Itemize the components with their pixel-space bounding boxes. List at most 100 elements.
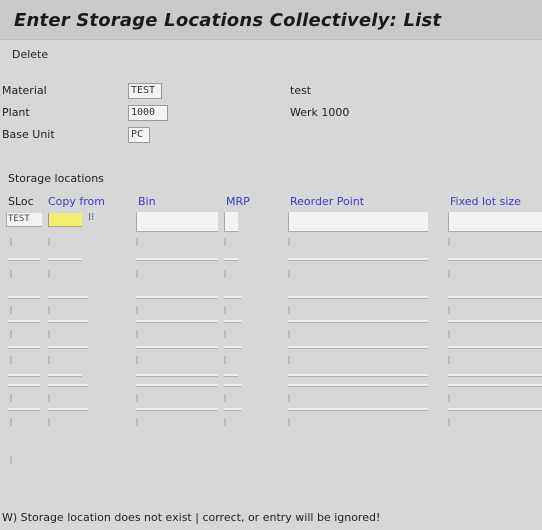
empty-cell[interactable] [8, 320, 40, 323]
empty-cell[interactable] [448, 296, 542, 299]
empty-cell[interactable] [224, 320, 242, 323]
empty-cell[interactable] [448, 346, 542, 349]
empty-cell[interactable] [10, 330, 12, 338]
empty-cell[interactable] [448, 330, 450, 338]
empty-cell[interactable] [448, 238, 450, 246]
col-header-fixed-lot-size[interactable]: Fixed lot size [450, 195, 521, 208]
empty-cell[interactable] [48, 408, 88, 411]
empty-cell[interactable] [136, 384, 218, 387]
empty-cell[interactable] [136, 238, 138, 246]
empty-cell[interactable] [136, 320, 218, 323]
empty-cell[interactable] [224, 330, 226, 338]
empty-cell[interactable] [48, 384, 88, 387]
empty-cell[interactable] [48, 258, 82, 261]
empty-cell[interactable] [288, 258, 428, 261]
empty-cell[interactable] [288, 418, 290, 426]
empty-cell[interactable] [8, 258, 40, 261]
empty-cell[interactable] [136, 270, 138, 278]
empty-cell[interactable] [10, 356, 12, 364]
empty-cell[interactable] [48, 306, 50, 314]
empty-cell[interactable] [10, 456, 12, 464]
base-unit-field[interactable]: PC [128, 127, 150, 143]
empty-cell[interactable] [224, 306, 226, 314]
empty-cell[interactable] [10, 238, 12, 246]
empty-cell[interactable] [136, 394, 138, 402]
empty-cell[interactable] [448, 320, 542, 323]
col-header-reorder-point[interactable]: Reorder Point [290, 195, 364, 208]
empty-cell[interactable] [136, 418, 138, 426]
empty-cell[interactable] [136, 356, 138, 364]
empty-cell[interactable] [448, 418, 450, 426]
empty-cell[interactable] [224, 394, 226, 402]
empty-cell[interactable] [48, 346, 88, 349]
copy-from-input[interactable] [48, 213, 82, 227]
copy-from-search-help-icon[interactable]: ⁞⁝ [88, 212, 94, 223]
delete-button[interactable]: Delete [12, 48, 48, 61]
empty-cell[interactable] [48, 238, 50, 246]
empty-cell[interactable] [136, 306, 138, 314]
empty-cell[interactable] [224, 384, 242, 387]
empty-cell[interactable] [224, 238, 226, 246]
col-header-mrp[interactable]: MRP [226, 195, 250, 208]
empty-cell[interactable] [224, 356, 226, 364]
empty-cell[interactable] [288, 238, 290, 246]
empty-cell[interactable] [136, 330, 138, 338]
empty-cell[interactable] [224, 418, 226, 426]
empty-cell[interactable] [448, 258, 542, 261]
empty-cell[interactable] [48, 394, 50, 402]
empty-cell[interactable] [224, 346, 242, 349]
empty-cell[interactable] [8, 296, 40, 299]
empty-cell[interactable] [288, 356, 290, 364]
empty-cell[interactable] [48, 356, 50, 364]
empty-cell[interactable] [288, 394, 290, 402]
plant-field[interactable]: 1000 [128, 105, 168, 121]
empty-cell[interactable] [288, 374, 428, 377]
reorder-point-input[interactable] [288, 212, 428, 232]
empty-cell[interactable] [10, 306, 12, 314]
empty-cell[interactable] [448, 408, 542, 411]
empty-cell[interactable] [288, 320, 428, 323]
col-header-copy-from[interactable]: Copy from [48, 195, 105, 208]
empty-cell[interactable] [48, 296, 88, 299]
empty-cell[interactable] [288, 330, 290, 338]
bin-input[interactable] [136, 212, 218, 232]
col-header-bin[interactable]: Bin [138, 195, 156, 208]
empty-cell[interactable] [48, 320, 88, 323]
empty-cell[interactable] [224, 374, 238, 377]
empty-cell[interactable] [224, 408, 242, 411]
empty-cell[interactable] [48, 270, 50, 278]
empty-cell[interactable] [288, 384, 428, 387]
empty-cell[interactable] [136, 258, 218, 261]
empty-cell[interactable] [448, 384, 542, 387]
sloc-input[interactable]: TEST [6, 213, 42, 227]
empty-cell[interactable] [288, 306, 290, 314]
empty-cell[interactable] [10, 394, 12, 402]
empty-cell[interactable] [448, 374, 542, 377]
empty-cell[interactable] [8, 384, 40, 387]
mrp-input[interactable] [224, 212, 238, 232]
empty-cell[interactable] [48, 374, 82, 377]
empty-cell[interactable] [448, 394, 450, 402]
empty-cell[interactable] [224, 296, 242, 299]
empty-cell[interactable] [48, 330, 50, 338]
empty-cell[interactable] [10, 270, 12, 278]
material-field[interactable]: TEST [128, 83, 162, 99]
empty-cell[interactable] [224, 270, 226, 278]
empty-cell[interactable] [288, 346, 428, 349]
fixed-lot-size-input[interactable] [448, 212, 542, 232]
empty-cell[interactable] [224, 258, 238, 261]
empty-cell[interactable] [448, 356, 450, 364]
empty-cell[interactable] [8, 374, 40, 377]
empty-cell[interactable] [448, 306, 450, 314]
empty-cell[interactable] [136, 408, 218, 411]
empty-cell[interactable] [48, 418, 50, 426]
empty-cell[interactable] [288, 296, 428, 299]
empty-cell[interactable] [288, 408, 428, 411]
empty-cell[interactable] [8, 346, 40, 349]
empty-cell[interactable] [136, 346, 218, 349]
empty-cell[interactable] [136, 374, 218, 377]
empty-cell[interactable] [8, 408, 40, 411]
empty-cell[interactable] [10, 418, 12, 426]
empty-cell[interactable] [136, 296, 218, 299]
empty-cell[interactable] [288, 270, 290, 278]
